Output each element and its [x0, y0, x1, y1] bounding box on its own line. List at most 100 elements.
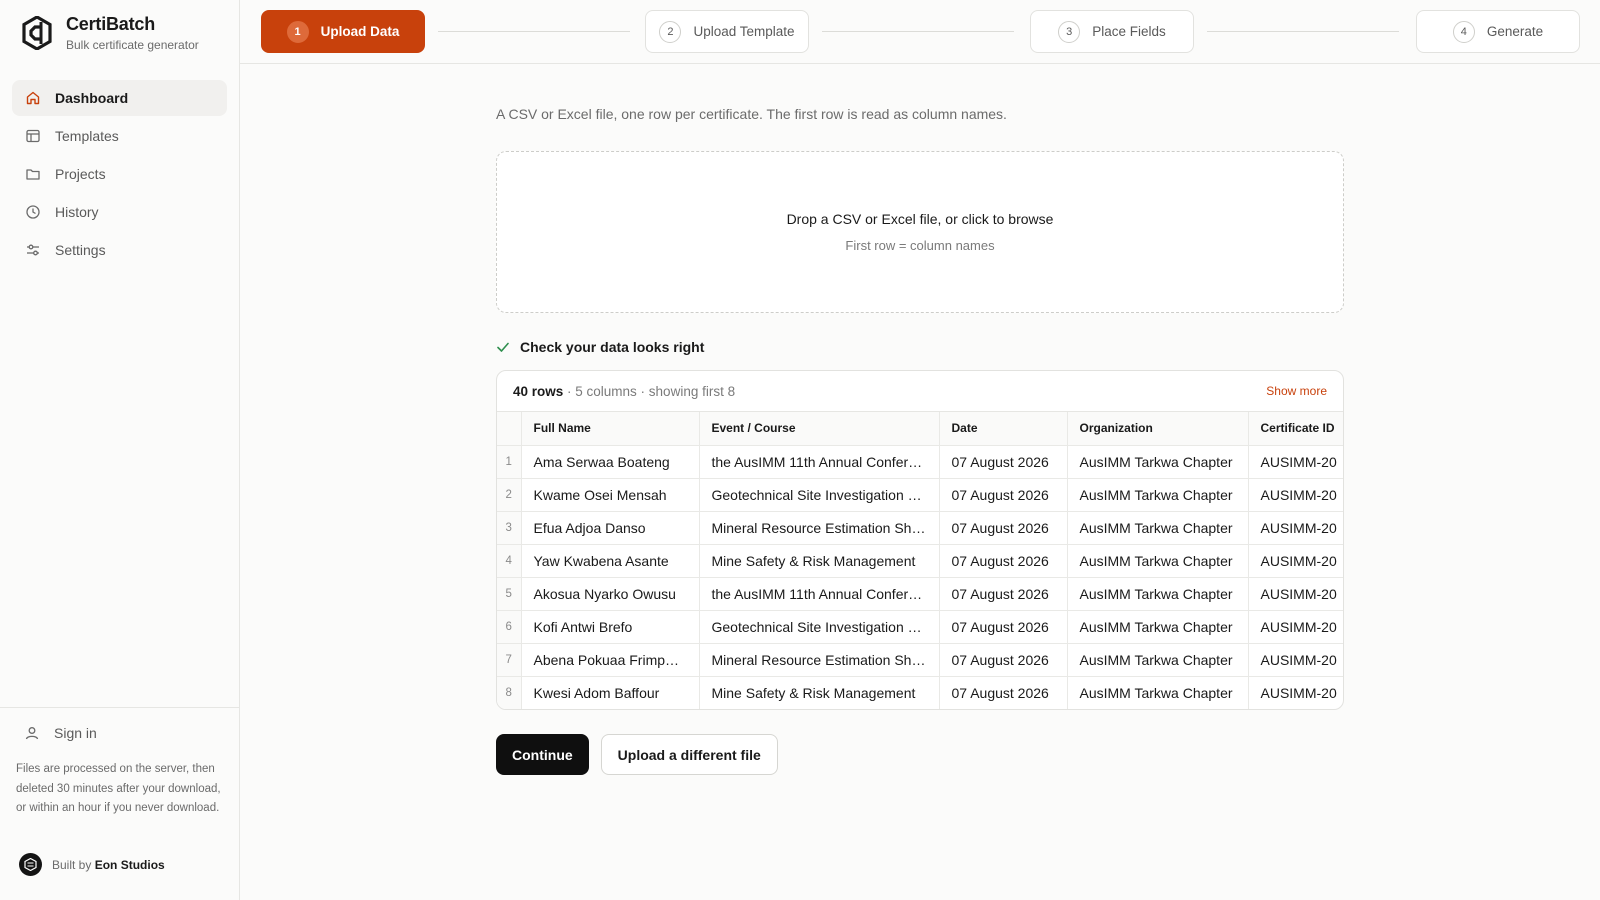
continue-button[interactable]: Continue: [496, 734, 589, 775]
sidebar-item-templates[interactable]: Templates: [12, 118, 227, 154]
table-cell: Geotechnical Site Investigation Workshop: [699, 478, 940, 512]
table-row: 5 Akosua Nyarko Owusu the AusIMM 11th An…: [497, 577, 1343, 611]
file-dropzone[interactable]: Drop a CSV or Excel file, or click to br…: [496, 151, 1344, 313]
data-preview-card: 40 rows · 5 columns · showing first 8 Sh…: [496, 370, 1344, 710]
retention-note: Files are processed on the server, then …: [16, 763, 221, 814]
table-cell: Mineral Resource Estimation Short Course: [699, 643, 940, 677]
column-header: Organization: [1067, 412, 1249, 446]
wizard-stepper: 1 Upload Data 2 Upload Template 3 Place …: [240, 0, 1600, 64]
sidebar-item-label: Templates: [55, 128, 119, 144]
table-row: 2 Kwame Osei Mensah Geotechnical Site In…: [497, 478, 1343, 512]
column-header: Full Name: [521, 412, 700, 446]
sidebar-item-dashboard[interactable]: Dashboard: [12, 80, 227, 116]
row-index: 2: [497, 478, 522, 512]
table-cell: AusIMM Tarkwa Chapter: [1067, 643, 1249, 677]
show-more-link[interactable]: Show more: [1266, 384, 1327, 398]
sign-in-link[interactable]: Sign in: [24, 725, 97, 741]
home-icon: [25, 90, 41, 106]
table-row: 8 Kwesi Adom Baffour Mine Safety & Risk …: [497, 676, 1343, 709]
table-cell: AusIMM Tarkwa Chapter: [1067, 445, 1249, 479]
column-header: Certificate ID: [1248, 412, 1343, 446]
step-label: Place Fields: [1092, 24, 1166, 39]
certibatch-logo-icon: [22, 16, 52, 50]
table-cell: AusIMM Tarkwa Chapter: [1067, 577, 1249, 611]
table-cell: AUSIMM-20: [1248, 544, 1343, 578]
app-tagline: Bulk certificate generator: [66, 38, 199, 52]
table-cell: AusIMM Tarkwa Chapter: [1067, 544, 1249, 578]
table-cell: AUSIMM-20: [1248, 445, 1343, 479]
row-index: 4: [497, 544, 522, 578]
upload-different-file-button[interactable]: Upload a different file: [600, 734, 778, 775]
table-cell: Abena Pokuaa Frimpong: [521, 643, 700, 677]
column-header: Date: [939, 412, 1068, 446]
table-cell: AusIMM Tarkwa Chapter: [1067, 610, 1249, 644]
step-upload-data[interactable]: 1 Upload Data: [261, 10, 425, 53]
step-label: Upload Template: [693, 24, 795, 39]
table-cell: Ama Serwaa Boateng: [521, 445, 700, 479]
check-icon: [497, 342, 509, 352]
row-index: 8: [497, 676, 522, 709]
row-index: 7: [497, 643, 522, 677]
table-row: 4 Yaw Kwabena Asante Mine Safety & Risk …: [497, 544, 1343, 578]
sign-in-label: Sign in: [54, 725, 97, 741]
step-place-fields[interactable]: 3 Place Fields: [1030, 10, 1194, 53]
layout-icon: [25, 128, 41, 144]
table-row: 7 Abena Pokuaa Frimpong Mineral Resource…: [497, 643, 1343, 677]
sidebar-item-label: Dashboard: [55, 90, 129, 106]
user-icon: [25, 727, 39, 740]
table-cell: 07 August 2026: [939, 445, 1068, 479]
preview-toolbar: 40 rows · 5 columns · showing first 8 Sh…: [497, 371, 1343, 412]
table-cell: Geotechnical Site Investigation Workshop: [699, 610, 940, 644]
eon-studios-logo-icon: [19, 853, 42, 876]
index-header: [497, 412, 522, 446]
table-cell: AUSIMM-20: [1248, 577, 1343, 611]
sidebar-item-history[interactable]: History: [12, 194, 227, 230]
step-number: 4: [1452, 20, 1475, 43]
table-cell: Yaw Kwabena Asante: [521, 544, 700, 578]
step-number: 3: [1058, 20, 1081, 43]
built-by-prefix: Built by: [52, 857, 92, 872]
upload-instructions: A CSV or Excel file, one row per certifi…: [496, 106, 1007, 122]
row-index: 5: [497, 577, 522, 611]
step-connector: [822, 31, 1014, 32]
sidebar-footer: Sign in Files are processed on the serve…: [0, 707, 239, 900]
table-cell: 07 August 2026: [939, 610, 1068, 644]
table-row: 3 Efua Adjoa Danso Mineral Resource Esti…: [497, 511, 1343, 545]
table-cell: Akosua Nyarko Owusu: [521, 577, 700, 611]
table-cell: AusIMM Tarkwa Chapter: [1067, 511, 1249, 545]
column-header: Event / Course: [699, 412, 940, 446]
step-upload-template[interactable]: 2 Upload Template: [645, 10, 809, 53]
dropzone-title: Drop a CSV or Excel file, or click to br…: [786, 211, 1054, 227]
table-cell: AusIMM Tarkwa Chapter: [1067, 676, 1249, 709]
table-cell: 07 August 2026: [939, 676, 1068, 709]
table-header-row: Full Name Event / Course Date Organizati…: [497, 412, 1343, 446]
app-name: CertiBatch: [66, 14, 156, 34]
table-row: 6 Kofi Antwi Brefo Geotechnical Site Inv…: [497, 610, 1343, 644]
row-index: 3: [497, 511, 522, 545]
table-cell: the AusIMM 11th Annual Conference: [699, 577, 940, 611]
table-cell: Mineral Resource Estimation Short Course: [699, 511, 940, 545]
table-cell: Efua Adjoa Danso: [521, 511, 700, 545]
step-generate[interactable]: 4 Generate: [1416, 10, 1580, 53]
table-cell: 07 August 2026: [939, 478, 1068, 512]
sidebar-item-label: Projects: [55, 166, 106, 182]
sidebar-item-projects[interactable]: Projects: [12, 156, 227, 192]
sliders-icon: [25, 242, 41, 258]
clock-icon: [25, 204, 41, 220]
table-cell: Mine Safety & Risk Management: [699, 544, 940, 578]
row-index: 1: [497, 445, 522, 479]
table-cell: AusIMM Tarkwa Chapter: [1067, 478, 1249, 512]
table-cell: 07 August 2026: [939, 643, 1068, 677]
sidebar-item-label: History: [55, 204, 99, 220]
built-by: Built by Eon Studios: [19, 853, 165, 876]
table-cell: 07 August 2026: [939, 511, 1068, 545]
table-cell: Kwame Osei Mensah: [521, 478, 700, 512]
row-count: 40 rows: [513, 383, 564, 399]
built-by-link[interactable]: Eon Studios: [95, 858, 165, 872]
preview-summary: 40 rows · 5 columns · showing first 8: [513, 384, 735, 399]
action-bar: Continue Upload a different file: [496, 734, 778, 775]
brand[interactable]: CertiBatch Bulk certificate generator: [22, 14, 199, 52]
preview-title: Check your data looks right: [520, 339, 705, 355]
dropzone-hint: First row = column names: [845, 238, 995, 253]
sidebar-item-settings[interactable]: Settings: [12, 232, 227, 268]
